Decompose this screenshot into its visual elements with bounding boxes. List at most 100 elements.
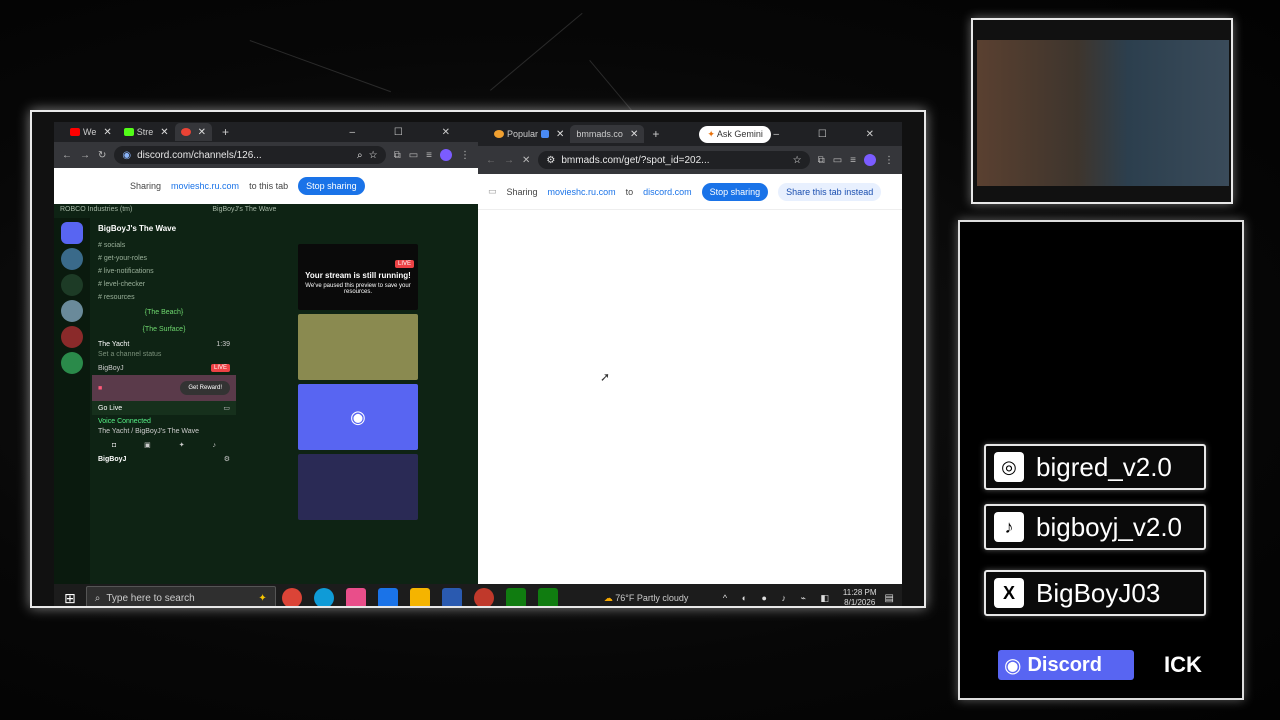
new-tab-icon[interactable]: + xyxy=(652,127,659,141)
reading-list-icon[interactable]: ≡ xyxy=(850,155,856,166)
screen-icon[interactable]: ▭ xyxy=(223,404,230,412)
channel-item[interactable]: # resources xyxy=(92,291,236,304)
chrome-icon[interactable] xyxy=(281,588,302,606)
notifications-icon[interactable]: ▤ xyxy=(885,593,894,604)
sharing-to-label: to xyxy=(625,186,634,197)
activities-icon[interactable]: ✦ xyxy=(179,441,185,449)
close-tab-icon[interactable]: ✕ xyxy=(198,127,206,138)
store-icon[interactable] xyxy=(441,588,462,606)
cast-icon[interactable]: ▭ xyxy=(409,150,418,161)
tab-bmmads[interactable]: bmmads.co ✕ xyxy=(570,125,645,143)
get-reward-button[interactable]: Get Reward! xyxy=(180,381,230,395)
profile-avatar[interactable] xyxy=(440,149,452,161)
xbox-icon[interactable] xyxy=(505,588,526,606)
share-this-tab-button[interactable]: Share this tab instead xyxy=(778,182,882,201)
voice-status[interactable]: Set a channel status xyxy=(92,351,236,361)
participant-tile-bigboy[interactable] xyxy=(298,314,418,380)
window-controls[interactable]: – ☐ ✕ xyxy=(350,127,468,138)
server-icon[interactable] xyxy=(61,300,83,322)
forward-icon[interactable]: → xyxy=(80,150,90,161)
menu-icon[interactable]: ⋮ xyxy=(884,155,894,166)
social-tiktok: ♪ bigboyj_v2.0 xyxy=(984,504,1206,550)
sharing-label: Sharing xyxy=(130,181,162,191)
clock[interactable]: 11:28 PM 8/1/2026 xyxy=(843,588,877,606)
start-windows-icon[interactable]: ⊞ xyxy=(64,590,76,607)
tab-kick[interactable]: Stre ✕ xyxy=(118,123,175,141)
url-text: bmmads.com/get/?spot_id=202... xyxy=(561,154,710,166)
sharing-source-link[interactable]: movieshc.ru.com xyxy=(548,187,616,197)
camera-icon[interactable]: ◘ xyxy=(112,442,116,449)
address-bar[interactable]: ◉ discord.com/channels/126... ⌕ ☆ xyxy=(114,146,386,164)
site-info-icon[interactable]: ◉ xyxy=(122,150,131,161)
sharing-label: Sharing xyxy=(506,186,538,197)
tab-popular[interactable]: Popular ✕ xyxy=(488,125,570,143)
obs-icon[interactable] xyxy=(473,588,494,606)
left-toolbar: ← → ↻ ◉ discord.com/channels/126... ⌕ ☆ ⧉ ▭… xyxy=(54,142,478,168)
window-controls[interactable]: – ☐ ✕ xyxy=(774,129,892,140)
reading-list-icon[interactable]: ≡ xyxy=(426,150,432,161)
server-icon[interactable] xyxy=(61,326,83,348)
cast-icon[interactable]: ▭ xyxy=(833,155,842,166)
participant-tile-mvp[interactable] xyxy=(298,454,418,520)
edge-icon[interactable] xyxy=(313,588,334,606)
settings-gear-icon[interactable]: ⚙ xyxy=(224,455,230,463)
discord-icon: ◉ xyxy=(1004,654,1022,677)
left-tabstrip: We ✕ Stre ✕ ✕ + – ☐ ✕ xyxy=(54,122,478,142)
channel-item[interactable]: # live-notifications xyxy=(92,265,236,278)
weather-widget[interactable]: ☁ 76°F Partly cloudy xyxy=(604,593,689,604)
close-tab-icon[interactable]: ✕ xyxy=(103,127,111,138)
system-tray-icons[interactable]: ^ ◐ ● ♪ ⌁ ◧ xyxy=(723,593,835,604)
profile-avatar[interactable] xyxy=(864,154,876,166)
close-tab-icon[interactable]: ✕ xyxy=(160,127,168,138)
copilot-icon[interactable] xyxy=(345,588,366,606)
menu-icon[interactable]: ⋮ xyxy=(460,150,470,161)
tab-discord[interactable]: ✕ xyxy=(174,123,213,141)
forward-icon[interactable]: → xyxy=(504,155,514,166)
go-live-row[interactable]: Go Live ▭ xyxy=(92,401,236,415)
participant-tile-discord[interactable]: ◉ xyxy=(298,384,418,450)
address-bar[interactable]: ⚙ bmmads.com/get/?spot_id=202... ☆ xyxy=(538,151,810,169)
stop-sharing-button[interactable]: Stop sharing xyxy=(701,182,769,201)
close-tab-icon[interactable]: ✕ xyxy=(630,129,638,140)
star-icon[interactable]: ☆ xyxy=(369,150,378,161)
site-info-icon[interactable]: ⚙ xyxy=(546,155,555,166)
webcam-feed xyxy=(977,40,1229,186)
promo-banner: ■ Get Reward! xyxy=(92,375,236,401)
search-icon[interactable]: ⌕ xyxy=(357,150,363,161)
excel-icon[interactable] xyxy=(537,588,558,606)
category-beach[interactable]: {The Beach} xyxy=(92,304,236,321)
new-tab-icon[interactable]: + xyxy=(222,125,229,139)
back-icon[interactable]: ← xyxy=(62,150,72,161)
user-panel[interactable]: BigBoyJ ⚙ xyxy=(92,452,236,466)
server-icon[interactable] xyxy=(61,248,83,270)
voice-channel[interactable]: The Yacht 1:39 xyxy=(92,338,236,351)
tab-youtube[interactable]: We ✕ xyxy=(64,123,118,141)
extensions-icon[interactable]: ⧉ xyxy=(394,150,401,161)
ask-gemini-button[interactable]: ✦ Ask Gemini xyxy=(699,125,771,143)
star-icon[interactable]: ☆ xyxy=(793,155,802,166)
back-icon[interactable]: ← xyxy=(486,155,496,166)
bg-line xyxy=(249,40,391,93)
discord-home-icon[interactable] xyxy=(61,222,83,244)
server-name[interactable]: BigBoyJ's The Wave xyxy=(92,218,236,239)
file-explorer-icon[interactable] xyxy=(409,588,430,606)
sharing-target-link[interactable]: discord.com xyxy=(643,187,692,197)
stop-loading-icon[interactable]: ✕ xyxy=(522,155,530,166)
close-tab-icon[interactable]: ✕ xyxy=(556,129,564,140)
reload-icon[interactable]: ↻ xyxy=(98,150,106,161)
sharing-source-link[interactable]: movieshc.ru.com xyxy=(171,181,239,191)
taskbar-search[interactable]: ⌕ Type here to search ✦ xyxy=(85,586,276,606)
server-icon[interactable] xyxy=(61,352,83,374)
channel-item[interactable]: # level-checker xyxy=(92,278,236,291)
stop-sharing-button[interactable]: Stop sharing xyxy=(298,177,365,195)
mail-icon[interactable] xyxy=(377,588,398,606)
soundboard-icon[interactable]: ♪ xyxy=(213,442,217,449)
channel-item[interactable]: # socials xyxy=(92,239,236,252)
channel-item[interactable]: # get-your-roles xyxy=(92,252,236,265)
screen-share-icon[interactable]: ▣ xyxy=(144,441,151,449)
voice-user[interactable]: BigBoyJ LIVE xyxy=(92,361,236,375)
category-surface[interactable]: {The Surface} xyxy=(92,321,236,338)
server-icon[interactable] xyxy=(61,274,83,296)
extensions-icon[interactable]: ⧉ xyxy=(818,155,825,166)
voice-path[interactable]: The Yacht / BigBoyJ's The Wave xyxy=(92,428,236,438)
